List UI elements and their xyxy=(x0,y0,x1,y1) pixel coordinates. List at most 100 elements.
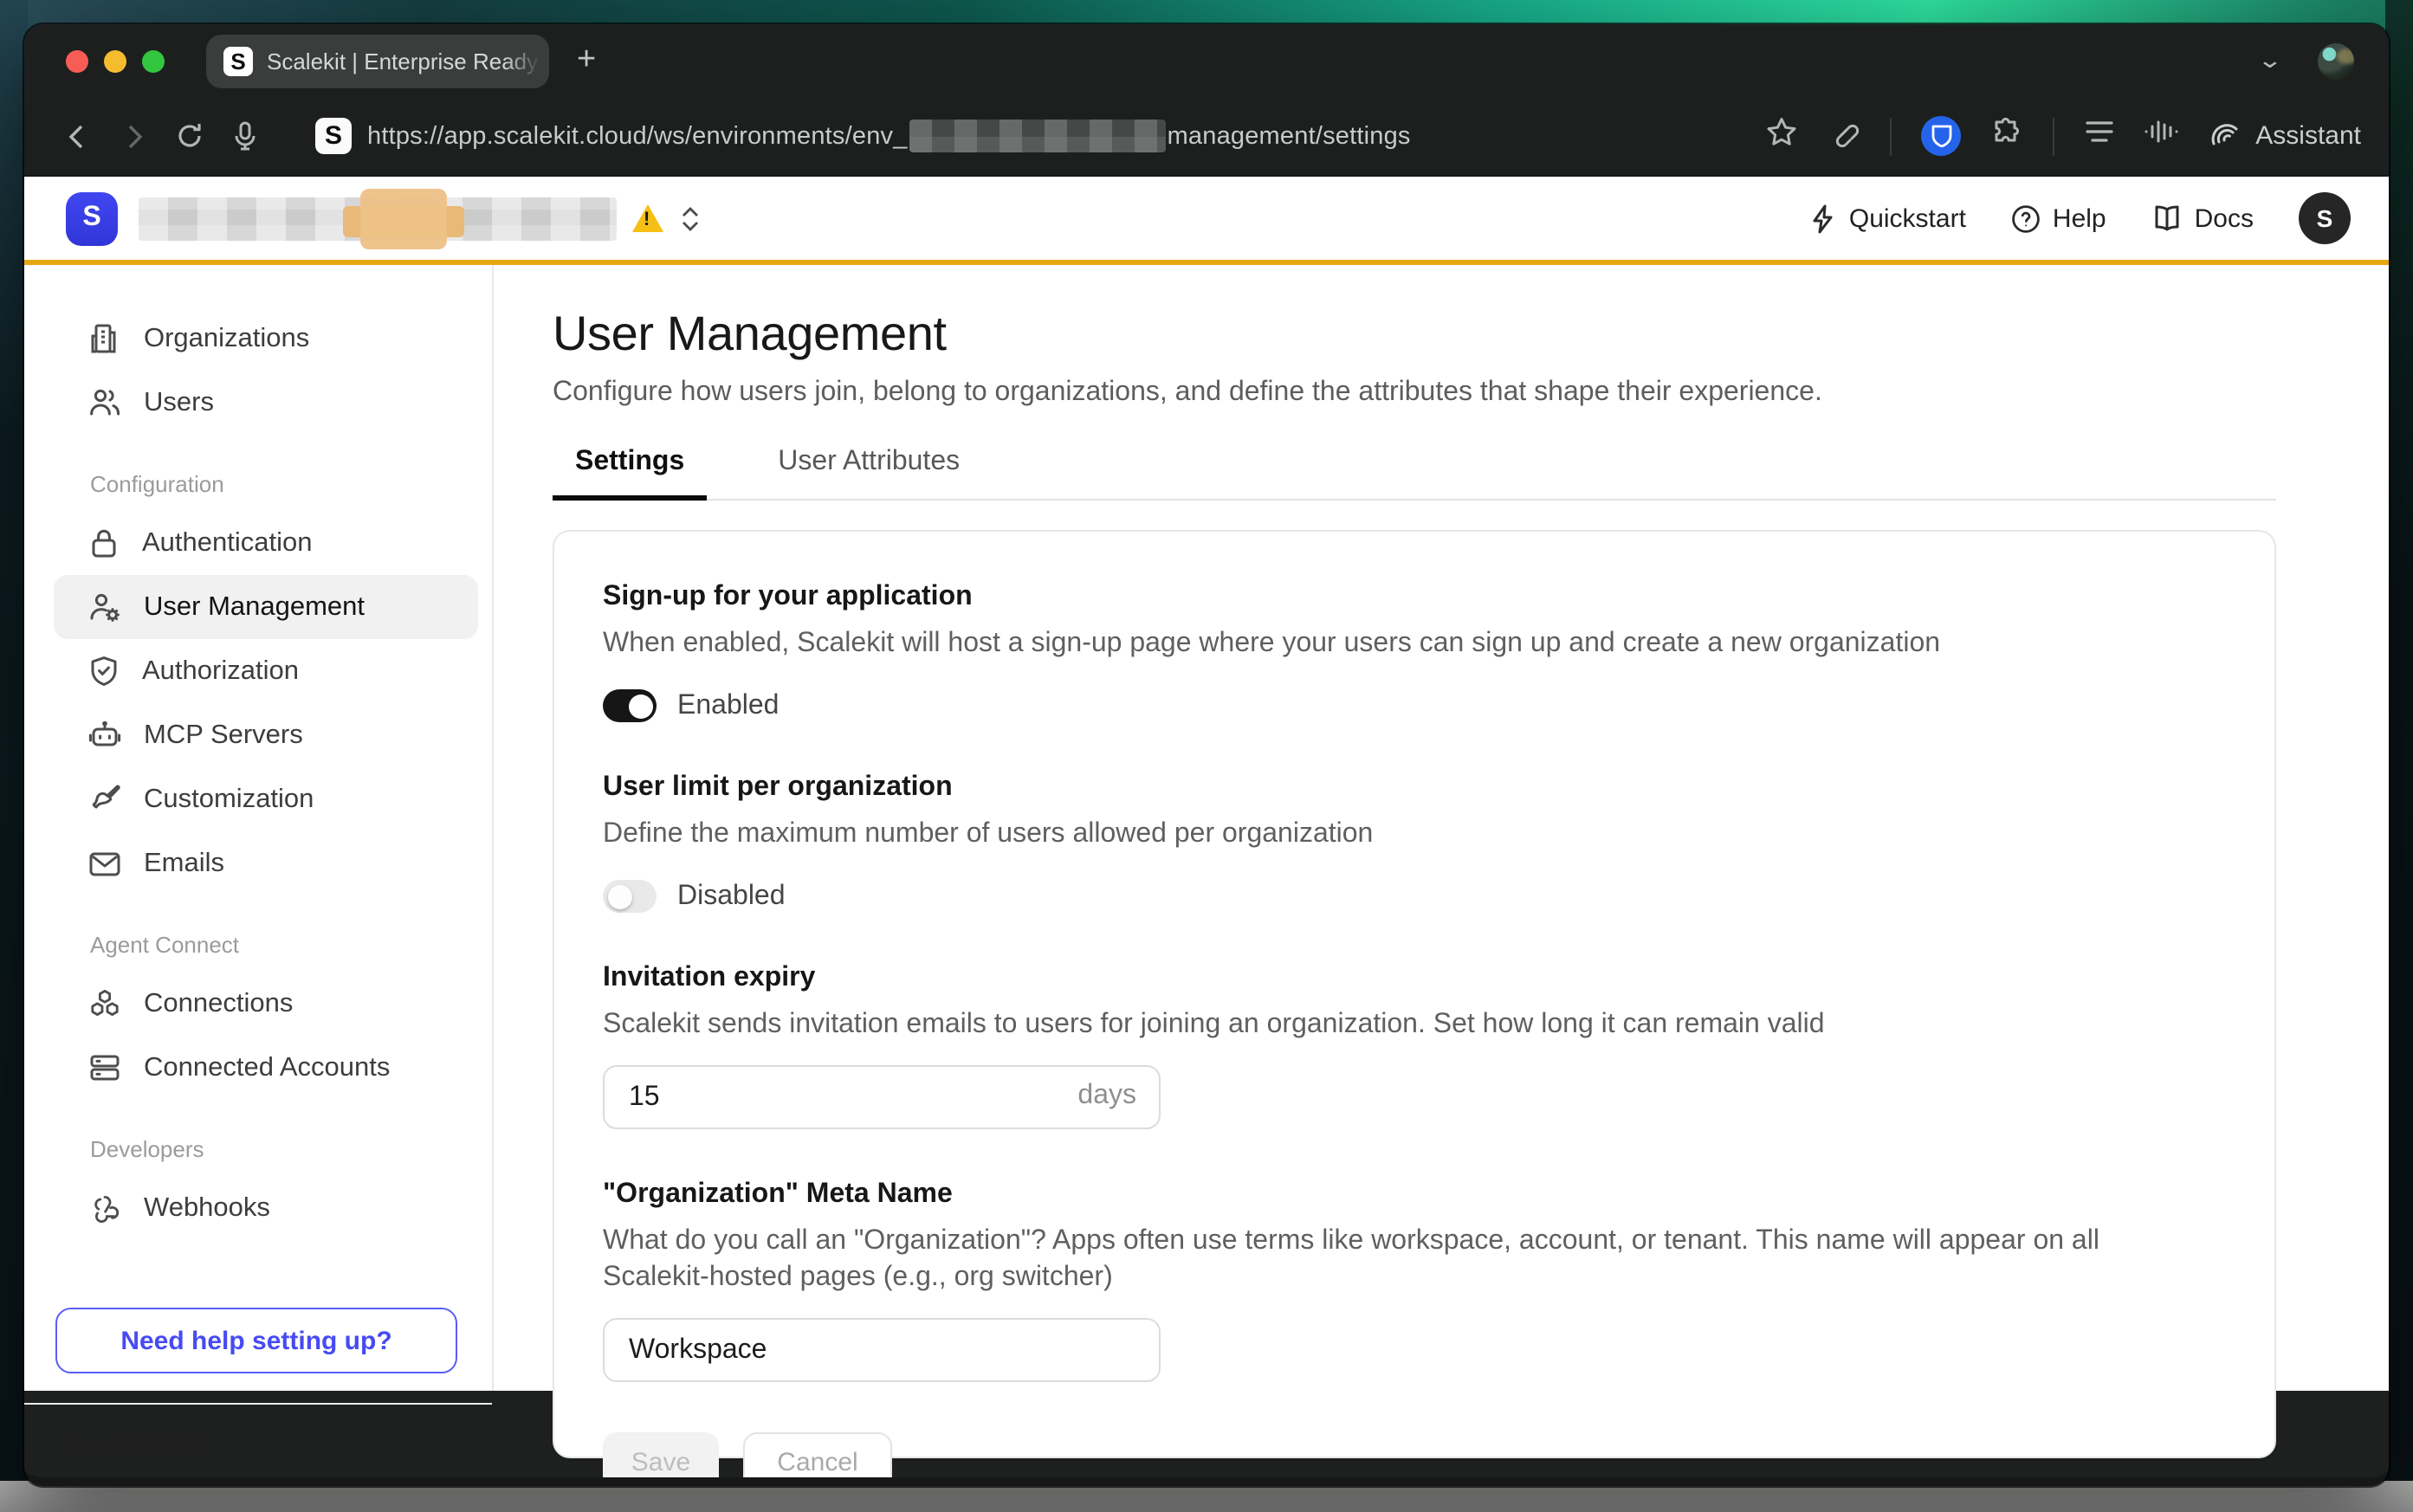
webhook-icon xyxy=(88,1192,121,1224)
building-icon xyxy=(88,322,121,355)
workspace-name-redacted[interactable] xyxy=(139,197,617,240)
bookmark-star-icon[interactable] xyxy=(1765,115,1798,157)
url-suffix: management/settings xyxy=(1168,122,1411,150)
scalekit-logo: S xyxy=(66,191,118,245)
scalekit-favicon: S xyxy=(223,46,253,75)
browser-profile-avatar[interactable] xyxy=(2318,42,2354,79)
sidebar-item-label: MCP Servers xyxy=(144,720,303,751)
section-heading: Sign-up for your application xyxy=(603,582,2226,613)
section-heading: "Organization" Meta Name xyxy=(603,1179,2226,1211)
toggle-state-label: Enabled xyxy=(677,690,779,721)
need-help-button[interactable]: Need help setting up? xyxy=(55,1308,457,1373)
sidebar-item-customization[interactable]: Customization xyxy=(54,767,478,831)
reading-list-icon[interactable] xyxy=(2084,120,2115,152)
bitwarden-extension-icon[interactable] xyxy=(1921,116,1961,156)
section-org-meta-name: "Organization" Meta Name What do you cal… xyxy=(603,1179,2226,1382)
page-subtitle: Configure how users join, belong to orga… xyxy=(553,378,2389,409)
org-meta-name-input[interactable] xyxy=(603,1318,1161,1382)
section-description: What do you call an "Organization"? Apps… xyxy=(603,1223,2196,1296)
sidebar-section-developers: Developers xyxy=(90,1136,478,1162)
sidebar-item-mcp-servers[interactable]: MCP Servers xyxy=(54,703,478,767)
redaction-artifact xyxy=(360,188,447,249)
browser-tab[interactable]: S Scalekit | Enterprise Ready A xyxy=(206,34,549,87)
robot-icon xyxy=(88,719,121,752)
page-title: User Management xyxy=(553,307,2389,362)
close-window-button[interactable] xyxy=(66,49,88,72)
environment-warning-icon xyxy=(632,204,663,232)
section-invitation-expiry: Invitation expiry Scalekit sends invitat… xyxy=(603,963,2226,1129)
sidebar-item-label: Connected Accounts xyxy=(144,1052,390,1083)
browser-window: S Scalekit | Enterprise Ready A + ⌄ xyxy=(24,24,2389,1486)
toolbar-divider xyxy=(1890,117,1892,155)
sidebar-item-emails[interactable]: Emails xyxy=(54,831,478,895)
url-prefix: https://app.scalekit.cloud/ws/environmen… xyxy=(367,122,908,150)
url-text[interactable]: https://app.scalekit.cloud/ws/environmen… xyxy=(367,120,1411,152)
help-button[interactable]: Help xyxy=(2011,204,2106,233)
wallpaper-right xyxy=(2385,0,2413,1481)
assistant-swirl-icon xyxy=(2209,120,2242,152)
section-description: Scalekit sends invitation emails to user… xyxy=(603,1006,2196,1043)
quickstart-button[interactable]: Quickstart xyxy=(1811,204,1966,233)
sidebar-item-connections[interactable]: Connections xyxy=(54,972,478,1036)
docs-button[interactable]: Docs xyxy=(2151,204,2254,233)
microphone-icon[interactable] xyxy=(218,121,270,151)
main-content: User Management Configure how users join… xyxy=(494,265,2389,1391)
assistant-label: Assistant xyxy=(2255,121,2361,151)
sidebar-item-authorization[interactable]: Authorization xyxy=(54,639,478,703)
sidebar-item-webhooks[interactable]: Webhooks xyxy=(54,1176,478,1240)
section-description: When enabled, Scalekit will host a sign-… xyxy=(603,625,2196,662)
sidebar-item-label: Connections xyxy=(144,988,293,1019)
paintbrush-icon xyxy=(88,783,121,816)
sidebar-item-label: User Management xyxy=(144,591,365,623)
sidebar-item-label: Emails xyxy=(144,848,224,879)
tab-search-chevron-icon[interactable]: ⌄ xyxy=(2257,47,2284,74)
tab-settings[interactable]: Settings xyxy=(553,447,707,501)
sidebar-item-label: Organizations xyxy=(144,323,309,354)
book-open-icon xyxy=(2151,204,2183,232)
sidebar-item-user-management[interactable]: User Management xyxy=(54,575,478,639)
cancel-button[interactable]: Cancel xyxy=(743,1432,892,1486)
tab-user-attributes[interactable]: User Attributes xyxy=(755,447,982,501)
reload-button[interactable] xyxy=(163,121,215,151)
section-heading: Invitation expiry xyxy=(603,963,2226,994)
sidebar-item-label: Webhooks xyxy=(144,1192,270,1224)
cubes-icon xyxy=(88,987,121,1020)
sidebar-item-connected-accounts[interactable]: Connected Accounts xyxy=(54,1036,478,1100)
section-signup: Sign-up for your application When enable… xyxy=(603,582,2226,722)
section-description: Define the maximum number of users allow… xyxy=(603,816,2196,852)
url-favicon: S xyxy=(315,118,352,154)
tab-bar: Settings User Attributes xyxy=(553,447,2276,501)
invitation-expiry-input[interactable] xyxy=(603,1065,1161,1129)
extensions-puzzle-icon[interactable] xyxy=(1990,115,2023,157)
copy-link-icon[interactable] xyxy=(1828,115,1860,157)
sidebar-item-authentication[interactable]: Authentication xyxy=(54,511,478,575)
sidebar-divider xyxy=(24,1403,492,1405)
section-heading: User limit per organization xyxy=(603,772,2226,804)
back-button[interactable] xyxy=(52,122,104,150)
sidebar-item-label: Users xyxy=(144,387,214,418)
user-limit-toggle[interactable] xyxy=(603,880,657,913)
voice-waveform-icon[interactable] xyxy=(2145,118,2179,154)
workspace-switcher-chevrons[interactable] xyxy=(681,205,700,231)
settings-card: Sign-up for your application When enable… xyxy=(553,530,2276,1458)
envelope-icon xyxy=(88,850,121,877)
minimize-window-button[interactable] xyxy=(104,49,126,72)
section-user-limit: User limit per organization Define the m… xyxy=(603,772,2226,913)
days-suffix: days xyxy=(1077,1081,1136,1112)
app-header: S Quickstart Help xyxy=(24,177,2389,260)
save-button[interactable]: Save xyxy=(603,1432,719,1486)
browser-tabbar: S Scalekit | Enterprise Ready A + ⌄ xyxy=(24,24,2389,97)
sidebar-section-agent-connect: Agent Connect xyxy=(90,932,478,958)
sidebar-section-configuration: Configuration xyxy=(90,471,478,497)
zoom-window-button[interactable] xyxy=(142,49,165,72)
sidebar-item-users[interactable]: Users xyxy=(54,371,478,435)
signup-toggle[interactable] xyxy=(603,689,657,722)
user-avatar[interactable]: S xyxy=(2299,192,2351,244)
sidebar-item-organizations[interactable]: Organizations xyxy=(54,307,478,371)
assistant-button[interactable]: Assistant xyxy=(2209,120,2361,152)
sidebar-item-label: Authentication xyxy=(142,527,313,559)
new-tab-button[interactable]: + xyxy=(577,42,596,80)
sidebar-item-label: Customization xyxy=(144,784,314,815)
forward-button[interactable] xyxy=(107,122,159,150)
scalekit-wordmark: scalekit xyxy=(66,1422,201,1469)
